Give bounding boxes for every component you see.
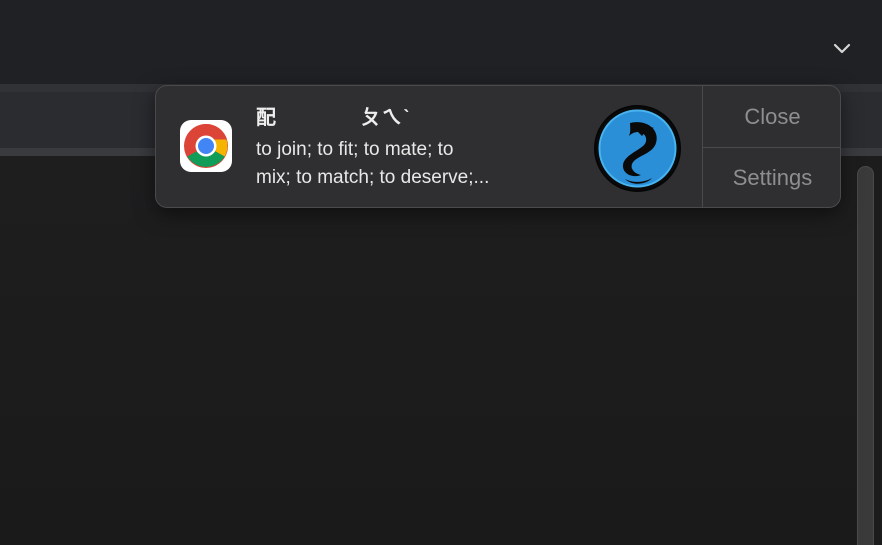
notification-body-line: mix; to match; to deserve;...: [256, 167, 490, 188]
browser-tab-bar: [0, 0, 882, 84]
chrome-icon: [180, 120, 232, 172]
settings-button[interactable]: Settings: [703, 148, 840, 207]
chevron-down-icon[interactable]: [832, 39, 852, 59]
scrollbar-thumb[interactable]: [857, 166, 874, 545]
notification-banner[interactable]: 配 ㄆㄟˋ to join; to fit; to mate; to mix; …: [155, 85, 841, 208]
notification-actions: Close Settings: [702, 86, 840, 207]
notification-body: to join; to fit; to mate; to mix; to mat…: [256, 136, 586, 192]
notification-title: 配 ㄆㄟˋ: [256, 107, 411, 129]
close-button[interactable]: Close: [703, 86, 840, 148]
screen: 配 ㄆㄟˋ to join; to fit; to mate; to mix; …: [0, 0, 882, 545]
page-content: [0, 156, 882, 545]
dragon-logo-image: [594, 105, 681, 192]
notification-body-line: to join; to fit; to mate; to: [256, 139, 454, 160]
